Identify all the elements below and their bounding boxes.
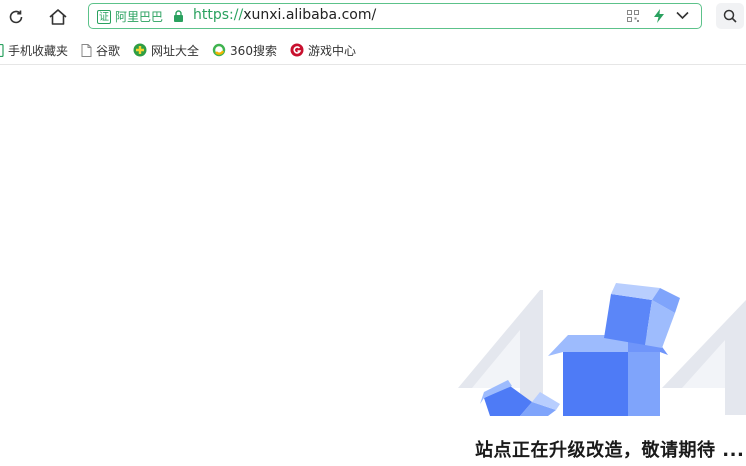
faded-digit-right [662,300,746,415]
maintenance-message: 站点正在升级改造，敬请期待 ... [475,440,745,461]
maintenance-illustration [458,283,746,416]
open-box-small [604,283,680,348]
